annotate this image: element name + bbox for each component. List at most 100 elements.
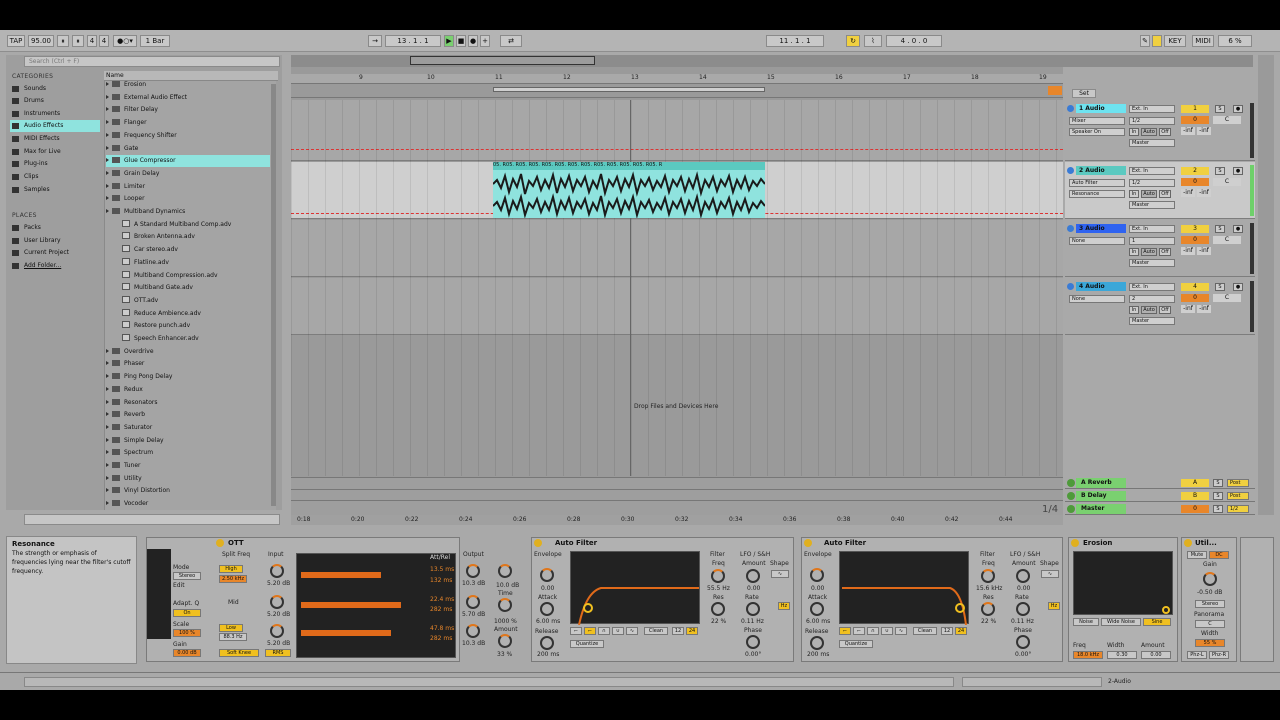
track-lane-3[interactable] bbox=[291, 220, 1063, 277]
af1-attack-knob[interactable] bbox=[540, 602, 554, 616]
af2-slope-24[interactable]: 24 bbox=[955, 627, 967, 635]
browser-item[interactable]: A Standard Multiband Comp.adv bbox=[116, 219, 270, 231]
category-drums[interactable]: Drums bbox=[10, 95, 100, 107]
ott-output-low-knob[interactable] bbox=[466, 624, 480, 638]
expand-icon[interactable] bbox=[106, 183, 109, 188]
device-chooser[interactable]: None bbox=[1069, 295, 1125, 303]
ott-high-freq[interactable]: 2.50 kHz bbox=[219, 575, 247, 583]
expand-icon[interactable] bbox=[106, 196, 109, 201]
ott-stereo-select[interactable]: Stereo bbox=[173, 572, 201, 580]
erosion-wide-noise-button[interactable]: Wide Noise bbox=[1101, 618, 1141, 626]
device-chooser[interactable]: Mixer bbox=[1069, 117, 1125, 125]
browser-item[interactable]: Reduce Ambience.adv bbox=[116, 308, 270, 320]
automation-arm-button[interactable]: ⇄ bbox=[500, 35, 522, 47]
ott-time-knob[interactable] bbox=[498, 598, 512, 612]
play-button[interactable]: ▶ bbox=[444, 35, 454, 47]
monitor-off-button[interactable]: Off bbox=[1159, 248, 1171, 256]
return-solo-button[interactable]: S bbox=[1213, 505, 1223, 513]
return-track-name[interactable]: A Reverb bbox=[1076, 478, 1126, 488]
expand-icon[interactable] bbox=[106, 107, 109, 112]
af2-release-knob[interactable] bbox=[810, 636, 824, 650]
input-channel-select[interactable]: 2 bbox=[1129, 295, 1175, 303]
ott-gain-field[interactable]: 0.00 dB bbox=[173, 649, 201, 657]
ott-low-freq[interactable]: 88.3 Hz bbox=[219, 633, 247, 641]
af1-quantize-button[interactable]: Quantize bbox=[570, 640, 604, 648]
quantize-menu[interactable]: 1 Bar bbox=[140, 35, 170, 47]
ott-output-knob[interactable] bbox=[498, 564, 512, 578]
browser-item[interactable]: Car stereo.adv bbox=[116, 244, 270, 256]
af2-res-knob[interactable] bbox=[981, 602, 995, 616]
monitor-auto-button[interactable]: Auto bbox=[1141, 248, 1157, 256]
input-channel-select[interactable]: 1/2 bbox=[1129, 179, 1175, 187]
af1-filter-type-lp[interactable]: ⌐ bbox=[584, 627, 596, 635]
af1-amount-knob[interactable] bbox=[746, 569, 760, 583]
browser-item[interactable]: Reverb bbox=[106, 409, 270, 421]
browser-item[interactable]: Multiband Dynamics bbox=[106, 206, 270, 218]
browser-item[interactable]: Phaser bbox=[106, 358, 270, 370]
stop-button[interactable]: ■ bbox=[456, 35, 466, 47]
af2-envelope-knob[interactable] bbox=[810, 568, 824, 582]
browser-item[interactable]: Ping Pong Delay bbox=[106, 371, 270, 383]
af1-slope-24[interactable]: 24 bbox=[686, 627, 698, 635]
af2-hz-button[interactable]: Hz bbox=[1048, 602, 1060, 610]
device-chooser[interactable]: Auto Filter bbox=[1069, 179, 1125, 187]
track-lane-4[interactable] bbox=[291, 278, 1063, 335]
pan-field[interactable]: C bbox=[1213, 116, 1241, 124]
browser-item[interactable]: Multiband Gate.adv bbox=[116, 282, 270, 294]
browser-item[interactable]: Erosion bbox=[106, 79, 270, 91]
return-fold-icon[interactable] bbox=[1067, 505, 1075, 513]
af2-freq-knob[interactable] bbox=[981, 569, 995, 583]
af2-circuit-select[interactable]: Clean bbox=[913, 627, 937, 635]
erosion-width-field[interactable]: 0.30 bbox=[1107, 651, 1137, 659]
browser-item[interactable]: Spectrum bbox=[106, 447, 270, 459]
ott-rms-button[interactable]: RMS bbox=[265, 649, 291, 657]
ott-output-high-knob[interactable] bbox=[466, 564, 480, 578]
browser-item[interactable]: External Audio Effect bbox=[106, 92, 270, 104]
arm-button[interactable]: ● bbox=[1233, 167, 1243, 175]
ott-output-mid-knob[interactable] bbox=[466, 595, 480, 609]
category-audio-effects[interactable]: Audio Effects bbox=[10, 120, 100, 132]
volume-field[interactable]: 0 bbox=[1181, 294, 1209, 302]
utility-mute-button[interactable]: Mute bbox=[1187, 551, 1207, 559]
place-packs[interactable]: Packs bbox=[10, 222, 100, 234]
key-map-indicator[interactable] bbox=[1152, 35, 1162, 47]
browser-item[interactable]: Speech Enhancer.adv bbox=[116, 333, 270, 345]
af2-attack-knob[interactable] bbox=[810, 602, 824, 616]
erosion-amount-field[interactable]: 0.00 bbox=[1141, 651, 1171, 659]
follow-button[interactable]: → bbox=[368, 35, 382, 47]
erosion-freq-field[interactable]: 18.0 kHz bbox=[1073, 651, 1103, 659]
erosion-display[interactable] bbox=[1073, 551, 1173, 615]
return-activator[interactable]: 0 bbox=[1181, 505, 1209, 513]
browser-item[interactable]: Restore punch.adv bbox=[116, 320, 270, 332]
preview-bar[interactable] bbox=[24, 514, 280, 525]
browser-item[interactable]: Gate bbox=[106, 143, 270, 155]
solo-button[interactable]: S bbox=[1215, 105, 1225, 113]
expand-icon[interactable] bbox=[106, 374, 109, 379]
ott-input-mid-knob[interactable] bbox=[270, 595, 284, 609]
monitor-off-button[interactable]: Off bbox=[1159, 190, 1171, 198]
af2-filter-type-hp[interactable]: ⌐ bbox=[853, 627, 865, 635]
category-clips[interactable]: Clips bbox=[10, 171, 100, 183]
af2-rate-knob[interactable] bbox=[1016, 602, 1030, 616]
ott-input-low-knob[interactable] bbox=[270, 624, 284, 638]
utility-stereo-select[interactable]: Stereo bbox=[1195, 600, 1225, 608]
af2-slope-12[interactable]: 12 bbox=[941, 627, 953, 635]
expand-icon[interactable] bbox=[106, 501, 109, 506]
key-map-button[interactable]: KEY bbox=[1164, 35, 1186, 47]
af1-slope-12[interactable]: 12 bbox=[672, 627, 684, 635]
af2-filter-type-lp[interactable]: ⌐ bbox=[839, 627, 851, 635]
loop-brace[interactable] bbox=[493, 87, 765, 92]
erosion-power-icon[interactable] bbox=[1071, 539, 1079, 547]
monitor-off-button[interactable]: Off bbox=[1159, 128, 1171, 136]
tap-button[interactable]: TAP bbox=[7, 35, 25, 47]
beat-ruler[interactable]: 9 10 11 12 13 14 15 16 17 18 19 bbox=[291, 74, 1063, 84]
track-activator[interactable]: 1 bbox=[1181, 105, 1209, 113]
ott-power-icon[interactable] bbox=[216, 539, 224, 547]
expand-icon[interactable] bbox=[106, 82, 109, 86]
volume-field[interactable]: 0 bbox=[1181, 116, 1209, 124]
device-chooser[interactable]: None bbox=[1069, 237, 1125, 245]
track-fold-icon[interactable] bbox=[1067, 283, 1074, 290]
track-fold-icon[interactable] bbox=[1067, 167, 1074, 174]
input-type-select[interactable]: Ext. In bbox=[1129, 167, 1175, 175]
ott-input-high-knob[interactable] bbox=[270, 564, 284, 578]
